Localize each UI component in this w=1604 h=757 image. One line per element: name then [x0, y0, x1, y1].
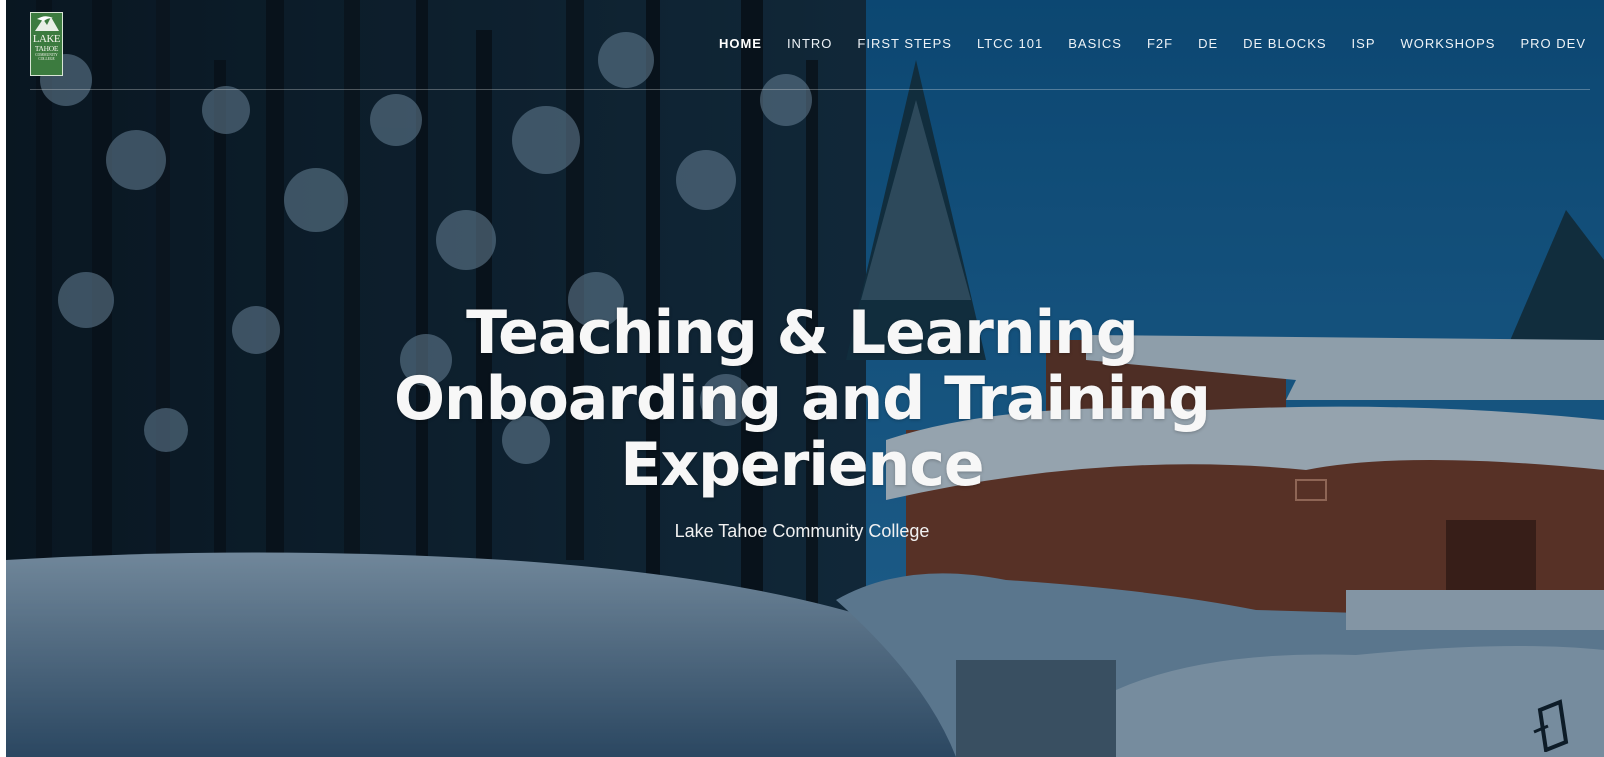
- hero-title-line-3: Experience: [620, 430, 984, 500]
- site-header: LAKE TAHOE COMMUNITY COLLEGE HOME INTRO …: [6, 0, 1604, 90]
- nav-item-de-blocks[interactable]: DE BLOCKS: [1243, 36, 1326, 51]
- eagle-mountain-logo-icon: [35, 16, 59, 31]
- logo-text-community-college: COMMUNITY COLLEGE: [35, 53, 58, 61]
- hero-title-line-1: Teaching & Learning: [466, 298, 1139, 368]
- bench-icon: [1533, 699, 1569, 752]
- nav-item-de[interactable]: DE: [1198, 36, 1218, 51]
- header-divider: [30, 89, 1590, 90]
- nav-item-intro[interactable]: INTRO: [787, 36, 832, 51]
- college-logo[interactable]: LAKE TAHOE COMMUNITY COLLEGE: [30, 12, 63, 76]
- nav-item-basics[interactable]: BASICS: [1068, 36, 1122, 51]
- logo-text-tahoe: TAHOE: [34, 44, 59, 53]
- nav-item-ltcc-101[interactable]: LTCC 101: [977, 36, 1043, 51]
- hero-title-line-2: Onboarding and Training: [393, 364, 1211, 434]
- nav-item-isp[interactable]: ISP: [1352, 36, 1376, 51]
- page: LAKE TAHOE COMMUNITY COLLEGE HOME INTRO …: [0, 0, 1604, 757]
- nav-item-pro-dev[interactable]: PRO DEV: [1520, 36, 1586, 51]
- nav-item-f2f[interactable]: F2F: [1147, 36, 1173, 51]
- nav-item-home[interactable]: HOME: [719, 36, 762, 51]
- hero-subtitle: Lake Tahoe Community College: [674, 521, 930, 541]
- main-navigation: HOME INTRO FIRST STEPS LTCC 101 BASICS F…: [694, 35, 1586, 53]
- hero-title: Teaching & Learning Onboarding and Train…: [0, 300, 1604, 498]
- nav-item-first-steps[interactable]: FIRST STEPS: [857, 36, 952, 51]
- nav-item-workshops[interactable]: WORKSHOPS: [1401, 36, 1496, 51]
